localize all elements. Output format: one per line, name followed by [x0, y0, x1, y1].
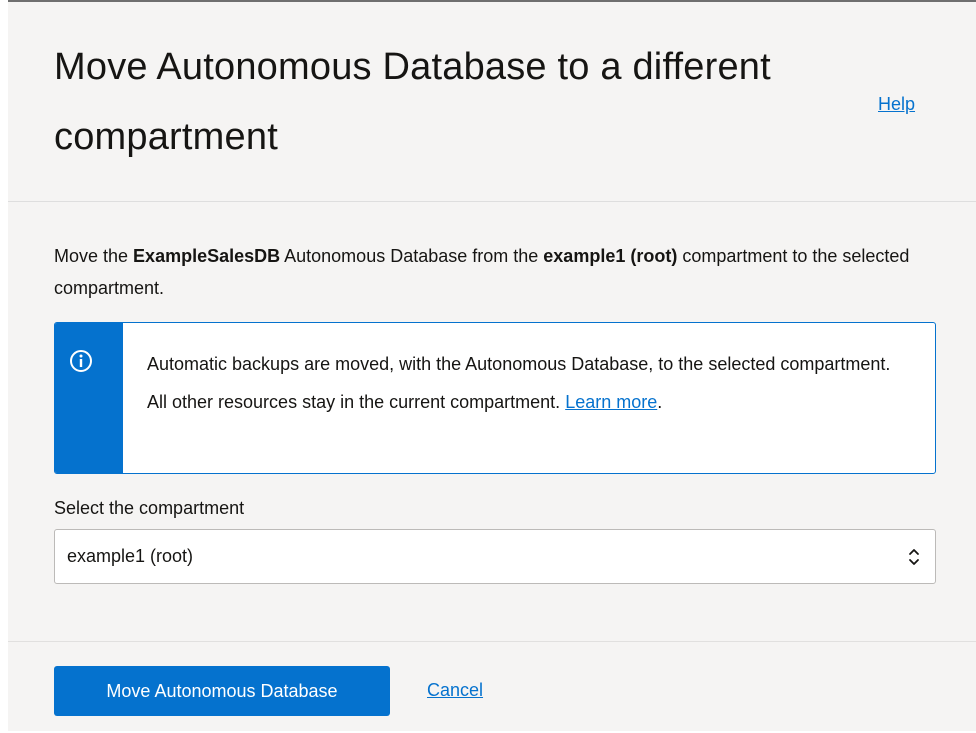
compartment-select-value: example1 (root) — [67, 546, 194, 566]
move-autonomous-database-button[interactable]: Move Autonomous Database — [54, 666, 390, 716]
help-link[interactable]: Help — [878, 94, 915, 115]
dialog-footer: Move Autonomous Database Cancel — [8, 642, 976, 733]
info-icon — [70, 350, 92, 372]
info-stripe — [55, 323, 123, 473]
move-database-dialog: Move Autonomous Database to a different … — [8, 0, 976, 731]
compartment-select[interactable]: example1 (root) — [54, 529, 936, 584]
description-prefix: Move the — [54, 246, 134, 266]
cancel-link[interactable]: Cancel — [427, 680, 483, 701]
dialog-header: Move Autonomous Database to a different … — [8, 2, 976, 202]
database-name: ExampleSalesDB — [133, 246, 281, 266]
info-message: Automatic backups are moved, with the Au… — [54, 322, 936, 474]
select-arrows-icon — [909, 549, 919, 565]
info-text: Automatic backups are moved, with the Au… — [147, 345, 907, 421]
description-middle: Autonomous Database from the — [280, 246, 544, 266]
compartment-select-label: Select the compartment — [54, 498, 245, 518]
info-message-text: Automatic backups are moved, with the Au… — [147, 354, 891, 412]
info-message-end: . — [657, 392, 663, 412]
current-compartment-name: example1 (root) — [543, 246, 678, 266]
dialog-title: Move Autonomous Database to a different … — [54, 46, 771, 158]
learn-more-link[interactable]: Learn more — [565, 392, 657, 412]
dialog-body: Move the ExampleSalesDB Autonomous Datab… — [8, 202, 976, 642]
move-description: Move the ExampleSalesDB Autonomous Datab… — [54, 240, 934, 304]
